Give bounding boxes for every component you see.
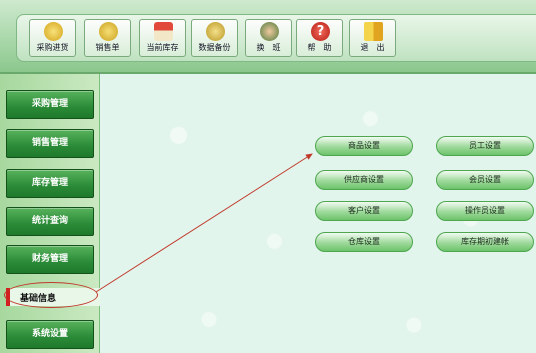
exit-icon [364,22,383,41]
help-button[interactable]: ? 帮 助 [296,19,343,57]
sidebar-item-system-settings[interactable]: 系统设置 [6,320,94,349]
exit-button-label: 退 出 [360,43,385,52]
main-panel: 商品设置 员工设置 供应商设置 会员设置 客户设置 操作员设置 仓库设置 库存期… [100,74,536,353]
sidebar-item-purchase[interactable]: 采购管理 [6,90,94,119]
purchase-button-label: 采购进货 [36,43,69,52]
supplier-settings-button[interactable]: 供应商设置 [315,170,413,190]
backup-icon [206,22,225,41]
sales-button[interactable]: 销售单 [84,19,131,57]
shift-change-button-label: 换 班 [256,43,281,52]
member-settings-button[interactable]: 会员设置 [436,170,534,190]
customer-settings-button[interactable]: 客户设置 [315,201,413,221]
sidebar: 采购管理 销售管理 库存管理 统计查询 财务管理 基础信息 系统设置 [0,74,101,353]
purchase-icon [44,22,63,41]
help-icon: ? [311,22,330,41]
users-icon [260,22,279,41]
sales-icon [99,22,118,41]
employee-settings-button[interactable]: 员工设置 [436,136,534,156]
sidebar-item-statistics[interactable]: 统计查询 [6,207,94,236]
sidebar-item-inventory[interactable]: 库存管理 [6,169,94,198]
highlight-oval [4,282,98,308]
backup-button-label: 数据备份 [198,43,231,52]
product-settings-button[interactable]: 商品设置 [315,136,413,156]
inventory-button-label: 当前库存 [146,43,179,52]
sidebar-item-finance[interactable]: 财务管理 [6,245,94,274]
sales-button-label: 销售单 [95,43,120,52]
purchase-button[interactable]: 采购进货 [29,19,76,57]
house-icon [154,22,173,41]
exit-button[interactable]: 退 出 [349,19,396,57]
backup-button[interactable]: 数据备份 [191,19,238,57]
sidebar-item-sales[interactable]: 销售管理 [6,129,94,158]
operator-settings-button[interactable]: 操作员设置 [436,201,534,221]
shift-change-button[interactable]: 换 班 [245,19,292,57]
warehouse-settings-button[interactable]: 仓库设置 [315,232,413,252]
opening-inventory-button[interactable]: 库存期初建帐 [436,232,534,252]
help-button-label: 帮 助 [307,43,332,52]
inventory-button[interactable]: 当前库存 [139,19,186,57]
